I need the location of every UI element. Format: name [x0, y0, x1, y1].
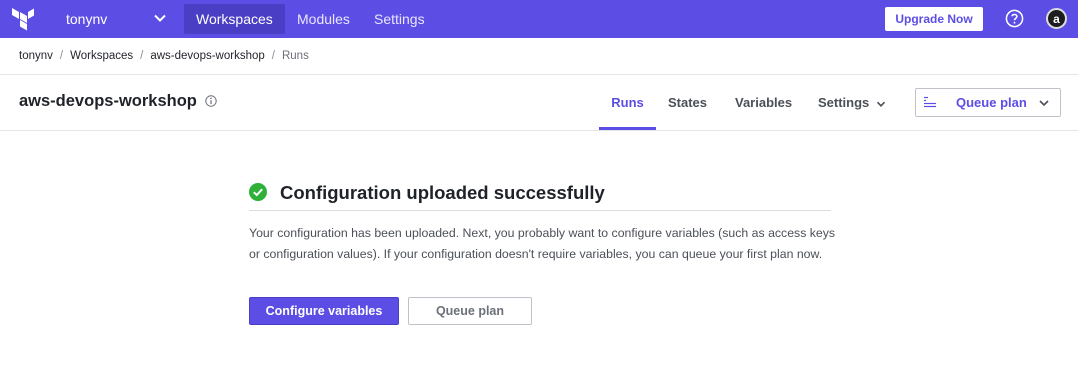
- chevron-down-icon: [1039, 100, 1049, 107]
- org-switcher[interactable]: tonynv: [66, 0, 107, 38]
- configure-variables-button[interactable]: Configure variables: [249, 297, 399, 325]
- nav-workspaces[interactable]: Workspaces: [184, 4, 285, 34]
- top-navbar: tonynv Workspaces Modules Settings Upgra…: [0, 0, 1078, 38]
- chevron-down-icon[interactable]: [152, 10, 168, 26]
- tab-variables[interactable]: Variables: [735, 75, 792, 130]
- tab-states[interactable]: States: [668, 75, 707, 130]
- breadcrumb-workspaces[interactable]: Workspaces: [70, 50, 133, 62]
- queue-list-icon: [924, 96, 936, 108]
- avatar-letter: a: [1053, 11, 1060, 26]
- chevron-down-icon: [877, 101, 886, 107]
- nav-modules[interactable]: Modules: [285, 4, 362, 34]
- breadcrumb-separator: /: [59, 50, 64, 62]
- workspace-title: aws-devops-workshop: [19, 92, 197, 110]
- queue-plan-dropdown[interactable]: Queue plan: [915, 88, 1061, 117]
- terraform-logo[interactable]: [11, 7, 35, 31]
- nav-settings[interactable]: Settings: [362, 4, 437, 34]
- user-avatar[interactable]: a: [1046, 8, 1067, 29]
- breadcrumb-separator: /: [140, 50, 144, 62]
- org-name: tonynv: [66, 11, 108, 27]
- breadcrumb: tonynv / Workspaces / aws-devops-worksho…: [0, 38, 1078, 75]
- breadcrumb-separator: /: [271, 50, 275, 62]
- breadcrumb-current: Runs: [281, 50, 309, 62]
- tab-settings-label: Settings: [818, 95, 870, 110]
- upgrade-now-button[interactable]: Upgrade Now: [885, 7, 983, 31]
- breadcrumb-workspace[interactable]: aws-devops-workshop: [150, 50, 264, 62]
- queue-plan-label: Queue plan: [956, 95, 1027, 110]
- info-icon[interactable]: [205, 95, 217, 107]
- tab-runs[interactable]: Runs: [599, 75, 656, 130]
- queue-plan-button[interactable]: Queue plan: [408, 297, 532, 325]
- divider: [249, 210, 831, 211]
- check-circle-icon: [249, 183, 267, 201]
- success-heading: Configuration uploaded successfully: [280, 182, 605, 203]
- workspace-header: aws-devops-workshop Runs States Variable…: [0, 75, 1078, 131]
- breadcrumb-org[interactable]: tonynv: [19, 50, 53, 62]
- tab-settings[interactable]: Settings: [818, 75, 887, 130]
- success-description: Your configuration has been uploaded. Ne…: [249, 226, 836, 261]
- help-circle-icon[interactable]: [1005, 9, 1024, 28]
